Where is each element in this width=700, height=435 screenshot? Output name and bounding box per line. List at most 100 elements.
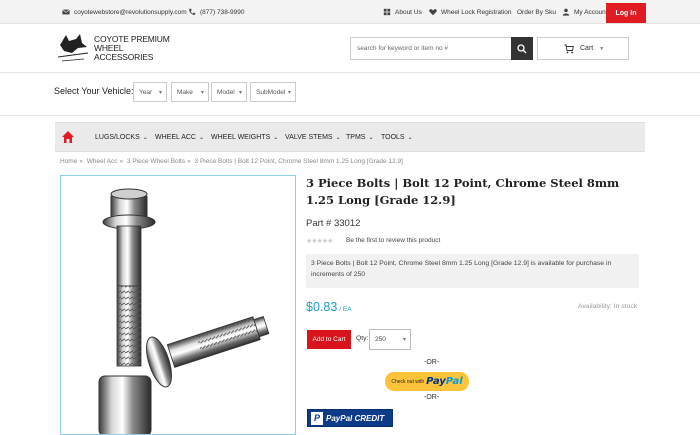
chevron-down-icon: ⌄ — [335, 134, 341, 141]
year-select-value: Year — [139, 88, 153, 96]
paypal-credit-button[interactable]: P PayPal CREDIT — [307, 409, 393, 427]
availability: Availability: In stock — [578, 303, 638, 310]
vehicle-select-label: Select Your Vehicle: — [54, 86, 134, 96]
paypal-checkout-button[interactable]: Check out with PayPal — [385, 372, 469, 391]
product-image[interactable] — [60, 175, 296, 435]
chevron-down-icon: ▾ — [238, 90, 242, 96]
paypal-word-pal: Pal — [445, 376, 463, 387]
breadcrumb-separator: » — [79, 158, 83, 165]
product-description: 3 Piece Bolts | Bolt 12 Point, Chrome St… — [306, 254, 639, 288]
nav-item-valve-stems[interactable]: VALVE STEMS ⌄ — [285, 123, 341, 151]
email-text: coyotewebstore@revolutionsupply.com — [74, 8, 187, 16]
qty-label: Qty: — [356, 335, 369, 342]
logo-line-2: ACCESSORIES — [94, 51, 154, 62]
logo-line-1: COYOTE PREMIUM WHEEL — [94, 33, 170, 53]
breadcrumb-home[interactable]: Home — [60, 158, 77, 165]
model-select-value: Model — [217, 88, 235, 96]
user-icon — [562, 8, 570, 16]
coyote-logo-mark — [56, 31, 90, 65]
nav-item-tools[interactable]: TOOLS ⌄ — [381, 123, 413, 151]
review-link[interactable]: Be the first to review this product — [346, 237, 440, 244]
breadcrumb-wheel-acc[interactable]: Wheel Acc — [87, 158, 118, 165]
nav-item-label: LUGS/LOCKS — [95, 133, 140, 141]
about-text: About Us — [395, 8, 422, 16]
email-link[interactable]: coyotewebstore@revolutionsupply.com — [62, 0, 187, 24]
search-button[interactable] — [511, 37, 533, 60]
nav-item-label: TOOLS — [381, 133, 405, 141]
or-divider: -OR- — [424, 359, 440, 366]
breadcrumb: Home» Wheel Acc» 3 Piece Wheel Bolts» 3 … — [60, 158, 403, 165]
logo-text: COYOTE PREMIUM WHEEL ACCESSORIES — [94, 33, 192, 62]
phone-icon — [189, 8, 196, 15]
chevron-down-icon: ⌄ — [198, 134, 205, 141]
paypal-word-pay: Pay — [426, 376, 446, 387]
nav-item-lugs-locks[interactable]: LUGS/LOCKS ⌄ — [95, 123, 148, 151]
breadcrumb-category[interactable]: 3 Piece Wheel Bolts — [127, 158, 185, 165]
nav-item-label: WHEEL WEIGHTS — [211, 133, 271, 141]
price-value: $0.83 — [306, 300, 338, 314]
part-number: Part # 33012 — [306, 218, 361, 229]
chevron-down-icon: ▾ — [200, 90, 204, 96]
vehicle-divider — [0, 115, 700, 116]
submodel-select-value: SubModel — [256, 88, 286, 96]
make-select-value: Make — [177, 88, 193, 96]
header-divider — [0, 72, 700, 73]
nav-item-label: TPMS — [346, 133, 366, 141]
chevron-down-icon: ⌄ — [142, 134, 148, 141]
bolt-image — [98, 188, 270, 434]
phone-link[interactable]: (877) 738-9990 — [188, 0, 244, 24]
paypal-p-icon: P — [311, 411, 323, 425]
year-select[interactable]: Year ▾ — [133, 82, 167, 102]
wheel-lock-text: Wheel Lock Registration — [441, 8, 512, 16]
search-icon — [517, 43, 527, 53]
submodel-select[interactable]: SubModel ▾ — [250, 82, 296, 102]
chevron-down-icon: ▾ — [402, 337, 406, 343]
or-divider: -OR- — [424, 394, 440, 401]
chevron-down-icon: ▾ — [287, 90, 291, 96]
home-link[interactable] — [61, 130, 75, 144]
my-account-text: My Account — [574, 8, 608, 16]
about-link[interactable]: About Us — [383, 0, 422, 24]
chevron-down-icon: ▼ — [599, 45, 605, 52]
add-to-cart-button[interactable]: Add to Cart — [307, 330, 351, 349]
qty-value: 250 — [375, 336, 386, 343]
make-select[interactable]: Make ▾ — [171, 82, 209, 102]
nav-item-tpms[interactable]: TPMS ⌄ — [346, 123, 373, 151]
nav-item-label: VALVE STEMS — [285, 133, 333, 141]
chevron-down-icon: ⌄ — [368, 134, 374, 141]
cart-icon — [564, 44, 574, 53]
product-title: 3 Piece Bolts | Bolt 12 Point, Chrome St… — [306, 176, 620, 207]
top-bar: coyotewebstore@revolutionsupply.com (877… — [0, 0, 700, 24]
product-price: $0.83/ EA — [306, 300, 352, 314]
heart-icon — [429, 9, 437, 16]
paypal-logo: PayPal — [426, 376, 463, 387]
phone-text: (877) 738-9990 — [200, 8, 245, 16]
qty-select[interactable]: 250 ▾ — [369, 329, 411, 350]
nav-item-wheel-weights[interactable]: WHEEL WEIGHTS ⌄ — [211, 123, 278, 151]
coyote-head-icon — [57, 34, 89, 62]
site-logo[interactable]: COYOTE PREMIUM WHEEL ACCESSORIES — [56, 30, 192, 66]
star-icon: ★ — [327, 238, 333, 245]
order-sku-text: Order By Sku — [517, 8, 557, 16]
chevron-down-icon: ⌄ — [407, 134, 413, 141]
chevron-down-icon: ⌄ — [273, 134, 279, 141]
rating-stars: ★★★★★ — [306, 237, 333, 245]
home-icon — [62, 131, 74, 143]
model-select[interactable]: Model ▾ — [211, 82, 247, 102]
breadcrumb-separator: » — [187, 158, 191, 165]
my-account-link[interactable]: My Account — [562, 0, 608, 24]
breadcrumb-current: 3 Piece Bolts | Bolt 12 Point, Chrome St… — [194, 158, 403, 165]
breadcrumb-separator: » — [119, 158, 124, 165]
cart-button[interactable]: Cart ▼ — [537, 37, 629, 60]
wheel-lock-link[interactable]: Wheel Lock Registration — [429, 0, 511, 24]
site-header: COYOTE PREMIUM WHEEL ACCESSORIES search … — [0, 24, 700, 72]
price-unit: / EA — [339, 306, 352, 313]
search-input[interactable]: search for keyword or item no # — [350, 37, 512, 60]
order-sku-link[interactable]: Order By Sku — [517, 0, 556, 24]
envelope-icon — [62, 9, 70, 15]
cart-label: Cart — [580, 45, 594, 52]
nav-item-wheel-acc[interactable]: WHEEL ACC ⌄ — [155, 123, 204, 151]
paypal-credit-label: PayPal CREDIT — [326, 413, 385, 423]
nav-item-label: WHEEL ACC — [155, 133, 196, 141]
login-button[interactable]: Log In — [606, 3, 646, 23]
